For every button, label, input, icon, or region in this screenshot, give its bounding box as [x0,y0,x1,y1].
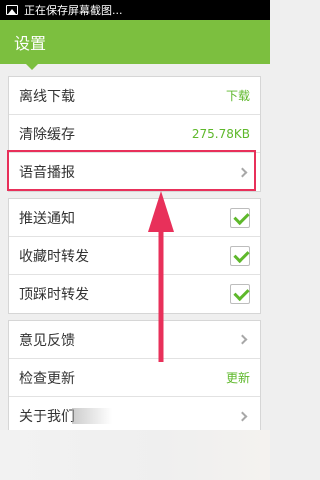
cache-size-value: 275.78KB [191,126,250,141]
status-bar: 正在保存屏幕截图... [0,0,270,20]
title-notch [25,63,39,70]
offline-download-value[interactable]: 下载 [226,87,250,104]
image-icon [6,5,18,15]
title-bar: 设置 [0,20,270,70]
page-title: 设置 [14,34,47,53]
settings-group-about: 意见反馈 检查更新 更新 关于我们 [8,320,261,436]
bottom-background [0,430,270,480]
push-notify-row[interactable]: 推送通知 [9,199,260,237]
offline-download-label: 离线下载 [19,88,75,105]
push-notify-checkbox[interactable] [230,207,250,228]
vote-forward-checkbox[interactable] [230,284,250,304]
status-text: 正在保存屏幕截图... [24,4,123,17]
blur-artifact [72,408,112,424]
clear-cache-label: 清除缓存 [19,126,75,143]
feedback-label: 意见反馈 [19,332,75,349]
push-notify-label: 推送通知 [19,210,75,227]
check-update-label: 检查更新 [19,370,75,387]
about-us-label: 关于我们 [19,409,75,425]
chevron-right-icon [237,334,248,345]
favorite-forward-label: 收藏时转发 [19,248,89,265]
feedback-row[interactable]: 意见反馈 [9,321,260,359]
check-update-value[interactable]: 更新 [226,369,250,386]
clear-cache-row[interactable]: 清除缓存 275.78KB [9,115,260,153]
offline-download-row[interactable]: 离线下载 下载 [9,77,260,115]
chevron-right-icon [237,411,248,421]
favorite-forward-row[interactable]: 收藏时转发 [9,237,260,275]
settings-group-notifications: 推送通知 收藏时转发 顶踩时转发 [8,198,261,314]
favorite-forward-checkbox[interactable] [230,245,250,266]
vote-forward-row[interactable]: 顶踩时转发 [9,275,260,313]
check-update-row[interactable]: 检查更新 更新 [9,359,260,397]
vote-forward-label: 顶踩时转发 [19,287,89,303]
highlight-box [7,150,256,191]
